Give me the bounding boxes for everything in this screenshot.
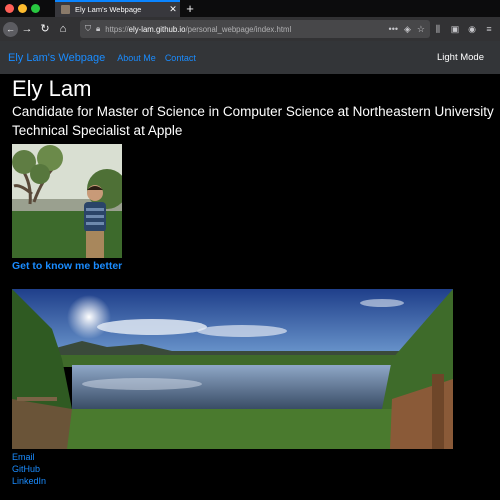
light-mode-toggle[interactable]: Light Mode (437, 52, 484, 63)
bookmark-star-icon[interactable]: ☆ (417, 24, 425, 35)
reload-icon[interactable]: ↻ (36, 20, 54, 38)
url-text[interactable]: https://ely-lam.github.io/personal_webpa… (105, 25, 382, 34)
close-window-button[interactable] (5, 4, 14, 13)
job-subtitle: Technical Specialist at Apple (12, 123, 183, 138)
browser-tab-bar: Ely Lam's Webpage ✕ + (0, 0, 500, 17)
address-bar[interactable]: ⛉ 🔒︎ https://ely-lam.github.io/personal_… (80, 20, 430, 38)
account-icon[interactable]: ◉ (467, 24, 477, 35)
favicon-icon (61, 5, 70, 14)
pocket-icon[interactable]: ◈ (404, 24, 411, 35)
home-icon[interactable]: ⌂ (54, 20, 72, 38)
library-icon[interactable]: ⫼ (433, 24, 443, 35)
maximize-window-button[interactable] (31, 4, 40, 13)
education-subtitle: Candidate for Master of Science in Compu… (12, 104, 494, 119)
panorama-photo (12, 289, 453, 449)
page-title: Ely Lam (12, 76, 92, 101)
web-page: Ely Lam's Webpage About Me Contact Light… (0, 41, 500, 500)
back-icon[interactable]: ← (3, 21, 18, 37)
forward-icon[interactable]: → (18, 20, 36, 38)
panorama-lake-image (12, 289, 453, 449)
main-content: Ely Lam Candidate for Master of Science … (0, 76, 500, 487)
nav-link-about-me[interactable]: About Me (117, 53, 156, 63)
tab-close-icon[interactable]: ✕ (166, 4, 180, 15)
get-to-know-me-link[interactable]: Get to know me better (12, 260, 500, 272)
profile-photo-image (12, 144, 122, 258)
page-actions-icon[interactable]: ••• (389, 24, 398, 34)
linkedin-link[interactable]: LinkedIn (12, 475, 500, 487)
shield-icon[interactable]: ⛉ (85, 24, 91, 34)
tab-title: Ely Lam's Webpage (75, 5, 142, 14)
sidebar-icon[interactable]: ▣ (450, 24, 460, 35)
new-tab-button[interactable]: + (183, 0, 197, 17)
browser-toolbar: ← → ↻ ⌂ ⛉ 🔒︎ https://ely-lam.github.io/p… (0, 17, 500, 41)
minimize-window-button[interactable] (18, 4, 27, 13)
site-brand-link[interactable]: Ely Lam's Webpage (8, 52, 105, 64)
browser-tab[interactable]: Ely Lam's Webpage ✕ (55, 0, 180, 17)
github-link[interactable]: GitHub (12, 463, 500, 475)
lock-icon[interactable]: 🔒︎ (96, 24, 100, 34)
site-navbar: Ely Lam's Webpage About Me Contact Light… (0, 41, 500, 74)
profile-photo (12, 144, 122, 258)
email-link[interactable]: Email (12, 451, 500, 463)
nav-link-contact[interactable]: Contact (165, 53, 196, 63)
contact-links: Email GitHub LinkedIn (12, 451, 500, 487)
menu-icon[interactable]: ≡ (484, 24, 494, 34)
